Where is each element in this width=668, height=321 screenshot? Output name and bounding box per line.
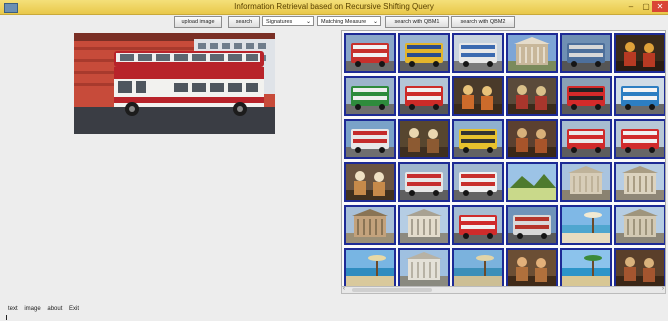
result-thumbnail[interactable] (452, 248, 504, 288)
result-thumbnail[interactable] (344, 33, 396, 73)
result-thumbnail[interactable] (506, 33, 558, 73)
menu-image[interactable]: image (24, 306, 40, 312)
menu-text[interactable]: text (8, 306, 18, 312)
toolbar: upload image search Signatures ⌄ Matchin… (0, 16, 668, 28)
result-thumbnail[interactable] (560, 162, 612, 202)
results-grid[interactable] (341, 30, 666, 291)
search-qbm1-button[interactable]: search with QBM1 (385, 16, 449, 28)
result-thumbnail[interactable] (344, 205, 396, 245)
result-thumbnail[interactable] (398, 162, 450, 202)
menu-bar: text image about Exit (8, 306, 84, 314)
close-button[interactable]: ✕ (652, 1, 668, 12)
result-thumbnail[interactable] (506, 76, 558, 116)
result-thumbnail[interactable] (506, 205, 558, 245)
result-thumbnail[interactable] (452, 119, 504, 159)
scrollbar-thumb[interactable] (352, 288, 432, 292)
result-thumbnail[interactable] (452, 205, 504, 245)
result-thumbnail[interactable] (506, 248, 558, 288)
result-thumbnail[interactable] (560, 76, 612, 116)
result-thumbnail[interactable] (344, 76, 396, 116)
result-thumbnail[interactable] (614, 205, 665, 245)
maximize-button[interactable]: ▢ (639, 1, 653, 12)
menu-exit[interactable]: Exit (69, 306, 79, 312)
result-thumbnail[interactable] (398, 119, 450, 159)
result-thumbnail[interactable] (614, 33, 665, 73)
search-button[interactable]: search (228, 16, 260, 28)
chevron-down-icon: ⌄ (372, 19, 378, 25)
result-thumbnail[interactable] (452, 76, 504, 116)
result-thumbnail[interactable] (344, 248, 396, 288)
text-cursor (6, 315, 7, 320)
menu-about[interactable]: about (47, 306, 62, 312)
result-thumbnail[interactable] (506, 162, 558, 202)
search-qbm2-button[interactable]: search with QBM2 (451, 16, 515, 28)
query-bus-image (74, 33, 275, 134)
result-thumbnail[interactable] (344, 119, 396, 159)
matching-measure-dropdown[interactable]: Matching Measure ⌄ (317, 16, 381, 26)
matching-measure-value: Matching Measure (321, 19, 367, 25)
query-image (74, 33, 275, 134)
minimize-button[interactable]: – (624, 1, 638, 12)
upload-image-button[interactable]: upload image (174, 16, 222, 28)
result-thumbnail[interactable] (398, 33, 450, 73)
result-thumbnail[interactable] (344, 162, 396, 202)
horizontal-scrollbar[interactable]: ‹ › (341, 286, 666, 294)
result-thumbnail[interactable] (560, 248, 612, 288)
result-thumbnail[interactable] (614, 119, 665, 159)
scroll-right-icon[interactable]: › (662, 286, 664, 292)
signatures-dropdown[interactable]: Signatures ⌄ (262, 16, 314, 26)
title-bar: Information Retrieval based on Recursive… (0, 0, 668, 15)
result-thumbnail[interactable] (398, 76, 450, 116)
chevron-down-icon: ⌄ (305, 19, 311, 25)
result-thumbnail[interactable] (614, 248, 665, 288)
result-thumbnail[interactable] (398, 205, 450, 245)
result-thumbnail[interactable] (398, 248, 450, 288)
result-thumbnail[interactable] (560, 33, 612, 73)
result-thumbnail[interactable] (506, 119, 558, 159)
scroll-left-icon[interactable]: ‹ (343, 286, 345, 292)
window-title: Information Retrieval based on Recursive… (234, 2, 434, 11)
result-thumbnail[interactable] (614, 76, 665, 116)
result-thumbnail[interactable] (452, 162, 504, 202)
result-thumbnail[interactable] (452, 33, 504, 73)
result-thumbnail[interactable] (560, 119, 612, 159)
signatures-value: Signatures (266, 19, 293, 25)
result-thumbnail[interactable] (614, 162, 665, 202)
result-thumbnail[interactable] (560, 205, 612, 245)
